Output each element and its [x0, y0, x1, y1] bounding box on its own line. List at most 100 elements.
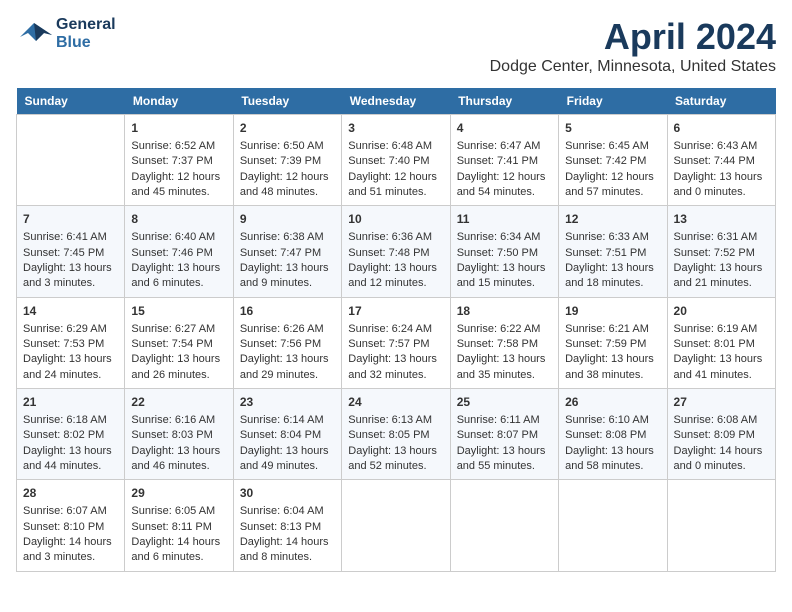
day-info: Sunset: 8:08 PM — [565, 428, 660, 443]
day-info: and 9 minutes. — [240, 276, 335, 291]
day-info: Daylight: 13 hours — [348, 352, 443, 367]
calendar-cell: 27Sunrise: 6:08 AMSunset: 8:09 PMDayligh… — [667, 389, 775, 480]
day-info: Sunrise: 6:45 AM — [565, 139, 660, 154]
calendar-cell: 26Sunrise: 6:10 AMSunset: 8:08 PMDayligh… — [559, 389, 667, 480]
calendar-cell — [342, 480, 450, 571]
day-info: Sunset: 8:13 PM — [240, 520, 335, 535]
day-number: 3 — [348, 120, 443, 137]
calendar-cell — [17, 115, 125, 206]
calendar-cell — [667, 480, 775, 571]
day-info: and 54 minutes. — [457, 185, 552, 200]
day-info: Sunrise: 6:31 AM — [674, 230, 769, 245]
day-info: Sunset: 8:01 PM — [674, 337, 769, 352]
day-number: 14 — [23, 303, 118, 320]
day-info: and 12 minutes. — [348, 276, 443, 291]
day-info: Sunrise: 6:38 AM — [240, 230, 335, 245]
column-header-saturday: Saturday — [667, 88, 775, 115]
calendar-cell: 6Sunrise: 6:43 AMSunset: 7:44 PMDaylight… — [667, 115, 775, 206]
calendar-cell: 4Sunrise: 6:47 AMSunset: 7:41 PMDaylight… — [450, 115, 558, 206]
day-info: Sunrise: 6:04 AM — [240, 504, 335, 519]
day-info: Sunrise: 6:48 AM — [348, 139, 443, 154]
day-info: Sunrise: 6:36 AM — [348, 230, 443, 245]
day-info: Sunset: 7:51 PM — [565, 246, 660, 261]
day-info: Sunset: 7:46 PM — [131, 246, 226, 261]
day-info: Sunset: 7:44 PM — [674, 154, 769, 169]
day-info: and 35 minutes. — [457, 368, 552, 383]
day-info: Daylight: 12 hours — [240, 170, 335, 185]
day-info: Sunrise: 6:14 AM — [240, 413, 335, 428]
calendar-week-row: 1Sunrise: 6:52 AMSunset: 7:37 PMDaylight… — [17, 115, 776, 206]
day-info: Daylight: 13 hours — [240, 352, 335, 367]
day-info: Sunrise: 6:22 AM — [457, 322, 552, 337]
day-info: Sunset: 8:04 PM — [240, 428, 335, 443]
day-info: Sunset: 7:56 PM — [240, 337, 335, 352]
day-info: Daylight: 12 hours — [348, 170, 443, 185]
day-number: 20 — [674, 303, 769, 320]
day-info: and 0 minutes. — [674, 459, 769, 474]
day-info: Sunset: 7:59 PM — [565, 337, 660, 352]
day-info: Sunrise: 6:08 AM — [674, 413, 769, 428]
day-number: 25 — [457, 394, 552, 411]
column-header-friday: Friday — [559, 88, 667, 115]
day-number: 11 — [457, 211, 552, 228]
day-info: Sunset: 7:42 PM — [565, 154, 660, 169]
day-info: Sunrise: 6:26 AM — [240, 322, 335, 337]
column-header-monday: Monday — [125, 88, 233, 115]
logo: General Blue — [16, 16, 116, 52]
column-header-sunday: Sunday — [17, 88, 125, 115]
day-number: 9 — [240, 211, 335, 228]
day-info: and 21 minutes. — [674, 276, 769, 291]
day-info: Daylight: 13 hours — [674, 352, 769, 367]
day-info: Sunrise: 6:27 AM — [131, 322, 226, 337]
calendar-cell: 5Sunrise: 6:45 AMSunset: 7:42 PMDaylight… — [559, 115, 667, 206]
day-info: Daylight: 13 hours — [348, 444, 443, 459]
day-info: and 52 minutes. — [348, 459, 443, 474]
day-info: Sunset: 7:40 PM — [348, 154, 443, 169]
day-number: 6 — [674, 120, 769, 137]
day-info: Sunrise: 6:11 AM — [457, 413, 552, 428]
calendar-cell: 9Sunrise: 6:38 AMSunset: 7:47 PMDaylight… — [233, 206, 341, 297]
calendar-week-row: 28Sunrise: 6:07 AMSunset: 8:10 PMDayligh… — [17, 480, 776, 571]
day-info: Daylight: 13 hours — [457, 261, 552, 276]
day-info: Daylight: 13 hours — [131, 444, 226, 459]
day-info: and 3 minutes. — [23, 276, 118, 291]
day-info: and 51 minutes. — [348, 185, 443, 200]
day-info: and 15 minutes. — [457, 276, 552, 291]
day-info: Sunset: 7:58 PM — [457, 337, 552, 352]
day-info: and 45 minutes. — [131, 185, 226, 200]
day-info: and 41 minutes. — [674, 368, 769, 383]
day-info: Sunrise: 6:13 AM — [348, 413, 443, 428]
day-info: and 32 minutes. — [348, 368, 443, 383]
day-info: Daylight: 13 hours — [131, 352, 226, 367]
calendar-cell: 12Sunrise: 6:33 AMSunset: 7:51 PMDayligh… — [559, 206, 667, 297]
day-info: and 48 minutes. — [240, 185, 335, 200]
location-title: Dodge Center, Minnesota, United States — [490, 58, 776, 76]
calendar-cell: 19Sunrise: 6:21 AMSunset: 7:59 PMDayligh… — [559, 297, 667, 388]
day-info: Daylight: 13 hours — [674, 261, 769, 276]
day-number: 4 — [457, 120, 552, 137]
day-number: 23 — [240, 394, 335, 411]
day-number: 16 — [240, 303, 335, 320]
logo-text: General Blue — [56, 16, 116, 52]
calendar-week-row: 7Sunrise: 6:41 AMSunset: 7:45 PMDaylight… — [17, 206, 776, 297]
day-info: Sunset: 8:10 PM — [23, 520, 118, 535]
day-info: Sunrise: 6:52 AM — [131, 139, 226, 154]
day-info: Sunset: 7:50 PM — [457, 246, 552, 261]
day-info: Sunset: 7:48 PM — [348, 246, 443, 261]
day-info: Daylight: 14 hours — [23, 535, 118, 550]
logo-icon — [16, 19, 52, 49]
day-info: Daylight: 12 hours — [131, 170, 226, 185]
day-info: Sunset: 7:52 PM — [674, 246, 769, 261]
day-info: Sunrise: 6:18 AM — [23, 413, 118, 428]
calendar-cell: 2Sunrise: 6:50 AMSunset: 7:39 PMDaylight… — [233, 115, 341, 206]
day-info: Daylight: 12 hours — [565, 170, 660, 185]
day-info: Sunset: 8:07 PM — [457, 428, 552, 443]
day-info: Sunset: 7:54 PM — [131, 337, 226, 352]
day-number: 12 — [565, 211, 660, 228]
day-info: Sunrise: 6:16 AM — [131, 413, 226, 428]
calendar-week-row: 21Sunrise: 6:18 AMSunset: 8:02 PMDayligh… — [17, 389, 776, 480]
day-info: Sunrise: 6:05 AM — [131, 504, 226, 519]
day-info: and 8 minutes. — [240, 550, 335, 565]
day-info: Daylight: 13 hours — [23, 352, 118, 367]
day-info: Daylight: 14 hours — [674, 444, 769, 459]
